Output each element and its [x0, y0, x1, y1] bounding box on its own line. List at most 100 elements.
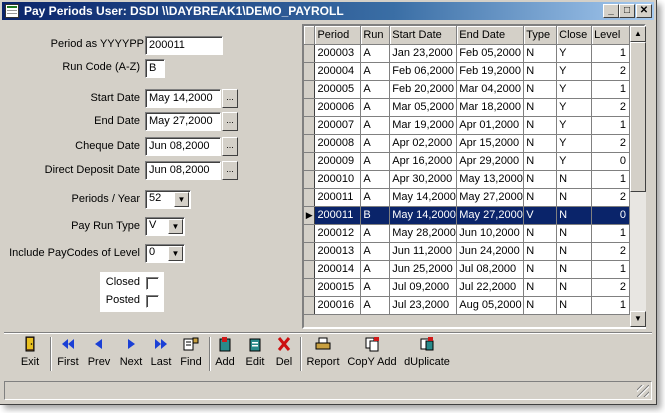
cell-level[interactable]: 1: [591, 170, 630, 189]
cell-close[interactable]: N: [556, 278, 593, 297]
periods-per-year-select[interactable]: 52 ▼: [145, 190, 191, 209]
cell-type[interactable]: N: [523, 224, 558, 243]
find-button[interactable]: Find: [176, 336, 206, 374]
cell-end-date[interactable]: Apr 15,2000: [456, 134, 525, 153]
scroll-up-button[interactable]: ▲: [630, 26, 646, 42]
exit-button[interactable]: Exit: [16, 336, 44, 374]
row-selector[interactable]: [304, 260, 316, 279]
last-button[interactable]: Last: [147, 336, 175, 374]
cell-type[interactable]: N: [523, 152, 558, 171]
end-date-field[interactable]: May 27,2000: [145, 112, 221, 131]
row-selector[interactable]: [304, 44, 316, 63]
cell-period[interactable]: 200003: [314, 44, 362, 63]
cell-end-date[interactable]: Apr 29,2000: [456, 152, 525, 171]
table-row[interactable]: 200004 A Feb 06,2000 Feb 19,2000 N Y 2: [304, 62, 630, 81]
cell-end-date[interactable]: Mar 18,2000: [456, 98, 525, 117]
cell-run[interactable]: A: [360, 98, 391, 117]
next-button[interactable]: Next: [116, 336, 146, 374]
cell-period[interactable]: 200014: [314, 260, 362, 279]
cell-period[interactable]: 200012: [314, 224, 362, 243]
cheque-date-picker-button[interactable]: ...: [222, 137, 238, 156]
table-row[interactable]: 200011 A May 14,2000 May 27,2000 N N 2: [304, 188, 630, 207]
cell-close[interactable]: N: [556, 224, 593, 243]
start-date-picker-button[interactable]: ...: [222, 89, 238, 108]
cell-run[interactable]: A: [360, 62, 391, 81]
cell-level[interactable]: 1: [591, 296, 630, 315]
cell-close[interactable]: N: [556, 242, 593, 261]
cell-end-date[interactable]: Apr 01,2000: [456, 116, 525, 135]
row-selector[interactable]: [304, 62, 316, 81]
cell-end-date[interactable]: Jun 24,2000: [456, 242, 525, 261]
first-button[interactable]: First: [54, 336, 82, 374]
cell-run[interactable]: A: [360, 278, 391, 297]
delete-button[interactable]: Del: [272, 336, 296, 374]
cell-start-date[interactable]: Mar 19,2000: [389, 116, 458, 135]
cheque-date-field[interactable]: Jun 08,2000: [145, 137, 221, 156]
column-header-close[interactable]: Close: [556, 26, 593, 45]
table-row[interactable]: 200010 A Apr 30,2000 May 13,2000 N N 1: [304, 170, 630, 189]
cell-run[interactable]: A: [360, 296, 391, 315]
cell-start-date[interactable]: Jan 23,2000: [389, 44, 458, 63]
cell-start-date[interactable]: Apr 30,2000: [389, 170, 458, 189]
cell-period[interactable]: 200011: [314, 188, 362, 207]
cell-type[interactable]: N: [523, 44, 558, 63]
cell-level[interactable]: 1: [591, 224, 630, 243]
period-field[interactable]: 200011: [145, 36, 223, 55]
cell-period[interactable]: 200015: [314, 278, 362, 297]
cell-close[interactable]: Y: [556, 80, 593, 99]
column-header-period[interactable]: Period: [314, 26, 362, 45]
cell-level[interactable]: 1: [591, 44, 630, 63]
cell-type[interactable]: N: [523, 278, 558, 297]
cell-level[interactable]: 0: [591, 152, 630, 171]
chevron-down-icon[interactable]: ▼: [174, 192, 189, 207]
cell-start-date[interactable]: May 28,2000: [389, 224, 458, 243]
table-row[interactable]: 200006 A Mar 05,2000 Mar 18,2000 N Y 2: [304, 98, 630, 117]
cell-close[interactable]: N: [556, 206, 593, 225]
cell-end-date[interactable]: Feb 05,2000: [456, 44, 525, 63]
cell-close[interactable]: Y: [556, 134, 593, 153]
vertical-scrollbar[interactable]: ▲ ▼: [630, 26, 646, 327]
paycode-level-select[interactable]: 0 ▼: [145, 244, 185, 263]
cell-end-date[interactable]: Jun 10,2000: [456, 224, 525, 243]
edit-button[interactable]: Edit: [242, 336, 268, 374]
row-selector[interactable]: [304, 296, 316, 315]
cell-end-date[interactable]: Aug 05,2000: [456, 296, 525, 315]
duplicate-button[interactable]: dUplicate: [402, 336, 452, 374]
cell-close[interactable]: Y: [556, 44, 593, 63]
row-pointer-icon[interactable]: ▶: [304, 206, 316, 225]
cell-close[interactable]: Y: [556, 116, 593, 135]
table-row[interactable]: 200012 A May 28,2000 Jun 10,2000 N N 1: [304, 224, 630, 243]
cell-start-date[interactable]: Feb 06,2000: [389, 62, 458, 81]
cell-run[interactable]: B: [360, 206, 391, 225]
cell-end-date[interactable]: Mar 04,2000: [456, 80, 525, 99]
end-date-picker-button[interactable]: ...: [222, 112, 238, 131]
cell-type[interactable]: N: [523, 188, 558, 207]
cell-level[interactable]: 1: [591, 80, 630, 99]
cell-start-date[interactable]: Jun 11,2000: [389, 242, 458, 261]
row-selector[interactable]: [304, 98, 316, 117]
cell-type[interactable]: N: [523, 170, 558, 189]
cell-end-date[interactable]: Feb 19,2000: [456, 62, 525, 81]
cell-start-date[interactable]: Feb 20,2000: [389, 80, 458, 99]
column-header-start-date[interactable]: Start Date: [389, 26, 458, 45]
cell-start-date[interactable]: Jun 25,2000: [389, 260, 458, 279]
cell-type[interactable]: N: [523, 260, 558, 279]
cell-end-date[interactable]: Jul 08,2000: [456, 260, 525, 279]
cell-type[interactable]: N: [523, 116, 558, 135]
cell-start-date[interactable]: Mar 05,2000: [389, 98, 458, 117]
cell-end-date[interactable]: May 13,2000: [456, 170, 525, 189]
cell-level[interactable]: 2: [591, 62, 630, 81]
cell-start-date[interactable]: Jul 09,2000: [389, 278, 458, 297]
cell-period[interactable]: 200004: [314, 62, 362, 81]
cell-type[interactable]: N: [523, 242, 558, 261]
cell-period[interactable]: 200016: [314, 296, 362, 315]
table-row[interactable]: 200015 A Jul 09,2000 Jul 22,2000 N N 2: [304, 278, 630, 297]
row-selector[interactable]: [304, 278, 316, 297]
row-selector[interactable]: [304, 242, 316, 261]
cell-period[interactable]: 200011: [314, 206, 362, 225]
cell-close[interactable]: Y: [556, 98, 593, 117]
cell-period[interactable]: 200007: [314, 116, 362, 135]
deposit-date-field[interactable]: Jun 08,2000: [145, 161, 221, 180]
row-selector[interactable]: [304, 188, 316, 207]
resize-grip-icon[interactable]: [637, 385, 649, 397]
